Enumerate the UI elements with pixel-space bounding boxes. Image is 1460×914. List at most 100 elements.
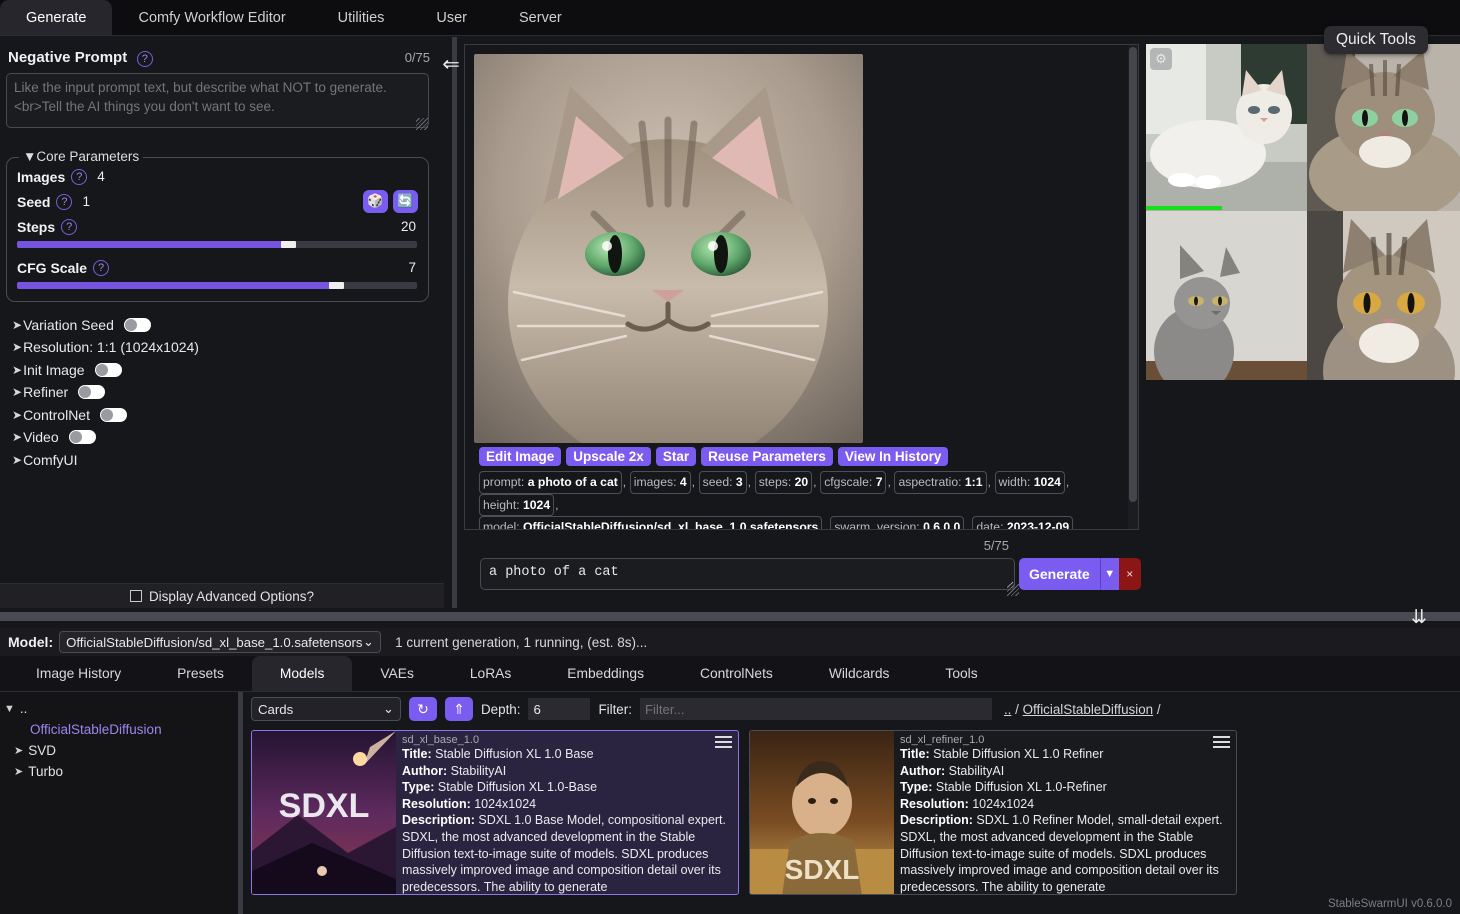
tab-loras[interactable]: LoRAs [442,656,539,691]
filter-input[interactable] [640,698,992,720]
section-video[interactable]: ➤ Video [12,426,434,449]
tab-embeddings[interactable]: Embeddings [539,656,672,691]
refresh-icon[interactable]: ↻ [409,697,437,721]
section-variation-seed[interactable]: ➤ Variation Seed [12,314,434,337]
view-in-history-button[interactable]: View In History [838,447,949,466]
display-advanced-options-row[interactable]: Display Advanced Options? [0,583,444,608]
meta-width[interactable]: width: 1024 [995,471,1065,494]
chevron-down-icon[interactable]: ▼ [1100,558,1119,590]
core-parameters-legend[interactable]: ▼Core Parameters [19,149,143,164]
gear-icon[interactable]: ⚙ [1150,48,1172,70]
steps-value[interactable]: 20 [401,219,416,234]
refiner-toggle[interactable] [78,385,105,399]
breadcrumb-folder[interactable]: OfficialStableDiffusion [1023,702,1154,717]
tree-node-svd[interactable]: ➤ SVD [4,740,238,761]
cfg-scale-value[interactable]: 7 [408,260,416,275]
steps-slider-thumb[interactable] [281,241,296,248]
hamburger-icon[interactable] [715,736,732,751]
negative-prompt-input[interactable] [6,73,429,128]
seed-help-icon[interactable]: ? [56,194,72,210]
init-image-toggle[interactable] [95,363,122,377]
image-panel-scrollbar[interactable] [1128,45,1138,530]
video-toggle[interactable] [69,430,96,444]
prompt-input[interactable] [480,558,1015,590]
collapse-left-pane-icon[interactable]: ⇐ [438,52,464,76]
seed-value[interactable]: 1 [82,194,90,209]
meta-swarm-version[interactable]: swarm_version: 0.6.0.0 [830,516,964,530]
tab-presets[interactable]: Presets [149,656,252,691]
section-controlnet[interactable]: ➤ ControlNet [12,404,434,427]
negative-prompt-help-icon[interactable]: ? [137,51,153,67]
cfg-scale-slider[interactable] [17,282,417,289]
controlnet-toggle[interactable] [100,408,127,422]
model-select[interactable]: OfficialStableDiffusion/sd_xl_base_1.0.s… [59,631,381,653]
section-resolution[interactable]: ➤ Resolution: 1:1 (1024x1024) [12,336,434,359]
scrollbar-thumb[interactable] [1129,47,1137,502]
cfg-scale-help-icon[interactable]: ? [93,260,109,276]
meta-steps[interactable]: steps: 20 [755,471,812,494]
meta-height[interactable]: height: 1024 [479,494,554,517]
images-help-icon[interactable]: ? [71,169,87,185]
meta-images[interactable]: images: 4 [630,471,691,494]
model-card-resolution: Resolution: 1024x1024 [402,796,732,813]
images-value[interactable]: 4 [97,169,105,184]
generate-button-group: Generate ▼ × [1019,558,1141,590]
breadcrumb-root[interactable]: .. [1004,702,1011,717]
tab-utilities[interactable]: Utilities [312,0,411,35]
chevron-down-icon: ▼ [4,703,15,715]
cancel-generation-button[interactable]: × [1119,558,1141,590]
meta-model[interactable]: model: OfficialStableDiffusion/sd_xl_bas… [479,516,822,530]
tab-server[interactable]: Server [493,0,588,35]
gallery-item-white-cat-sitting[interactable]: ⚙ [1146,44,1307,211]
meta-seed[interactable]: seed: 3 [699,471,747,494]
dice-icon[interactable]: 🎲 [363,190,388,213]
recycle-icon[interactable]: 🔄 [393,190,418,213]
tab-controlnets[interactable]: ControlNets [672,656,801,691]
reuse-parameters-button[interactable]: Reuse Parameters [701,447,833,466]
main-generated-image[interactable] [474,54,863,443]
gallery-item-tabby-cat-portrait[interactable] [1307,211,1460,380]
tab-image-history[interactable]: Image History [8,656,149,691]
variation-seed-toggle[interactable] [124,318,151,332]
tab-generate[interactable]: Generate [0,0,112,35]
meta-cfgscale[interactable]: cfgscale: 7 [820,471,886,494]
section-refiner[interactable]: ➤ Refiner [12,381,434,404]
model-card-sd-xl-base-1-0[interactable]: SDXL sd_xl_base_1.0 Title: Stable Diffus… [251,730,739,895]
tab-tools[interactable]: Tools [917,656,1005,691]
meta-prompt[interactable]: prompt: a photo of a cat [479,471,622,494]
section-init-image[interactable]: ➤ Init Image [12,359,434,382]
tab-vaes[interactable]: VAEs [352,656,441,691]
tab-models[interactable]: Models [252,656,352,691]
svg-text:SDXL: SDXL [279,787,370,825]
tree-node-officialstablediffusion[interactable]: OfficialStableDiffusion [4,719,238,740]
hamburger-icon[interactable] [1213,736,1230,751]
steps-slider[interactable] [17,241,417,248]
star-button[interactable]: Star [656,447,696,466]
meta-date[interactable]: date: 2023-12-09 [972,516,1073,530]
advanced-options-checkbox[interactable] [130,590,142,602]
depth-label: Depth: [481,702,520,717]
steps-help-icon[interactable]: ? [61,219,77,235]
tree-node-turbo[interactable]: ➤ Turbo [4,761,238,782]
tab-wildcards[interactable]: Wildcards [801,656,918,691]
upscale-2x-button[interactable]: Upscale 2x [566,447,651,466]
model-card-title: Title: Stable Diffusion XL 1.0 Refiner [900,746,1230,763]
gallery-item-tabby-cat-lying[interactable] [1307,44,1460,211]
depth-input[interactable] [528,698,590,720]
vertical-splitter[interactable] [452,37,457,608]
collapse-bottom-pane-icon[interactable]: ⇊ [1406,606,1432,628]
tree-node-root[interactable]: ▼ .. [4,698,238,719]
tab-user[interactable]: User [410,0,493,35]
tab-comfy-workflow-editor[interactable]: Comfy Workflow Editor [112,0,311,35]
section-comfyui[interactable]: ➤ ComfyUI [12,449,434,472]
horizontal-splitter[interactable] [0,612,1460,621]
edit-image-button[interactable]: Edit Image [479,447,561,466]
cfg-scale-slider-thumb[interactable] [329,282,344,289]
model-card-sd-xl-refiner-1-0[interactable]: SDXL sd_xl_refiner_1.0 Title: Stable Dif… [749,730,1237,895]
meta-aspectratio[interactable]: aspectratio: 1:1 [894,471,986,494]
generate-button[interactable]: Generate [1019,558,1100,590]
gallery-item-grey-cat-profile[interactable] [1146,211,1307,380]
view-mode-select[interactable]: Cards ⌄ [251,697,401,721]
stableswarmui-window: Generate Comfy Workflow Editor Utilities… [0,0,1460,914]
up-folder-icon[interactable]: ⇑ [445,697,473,721]
